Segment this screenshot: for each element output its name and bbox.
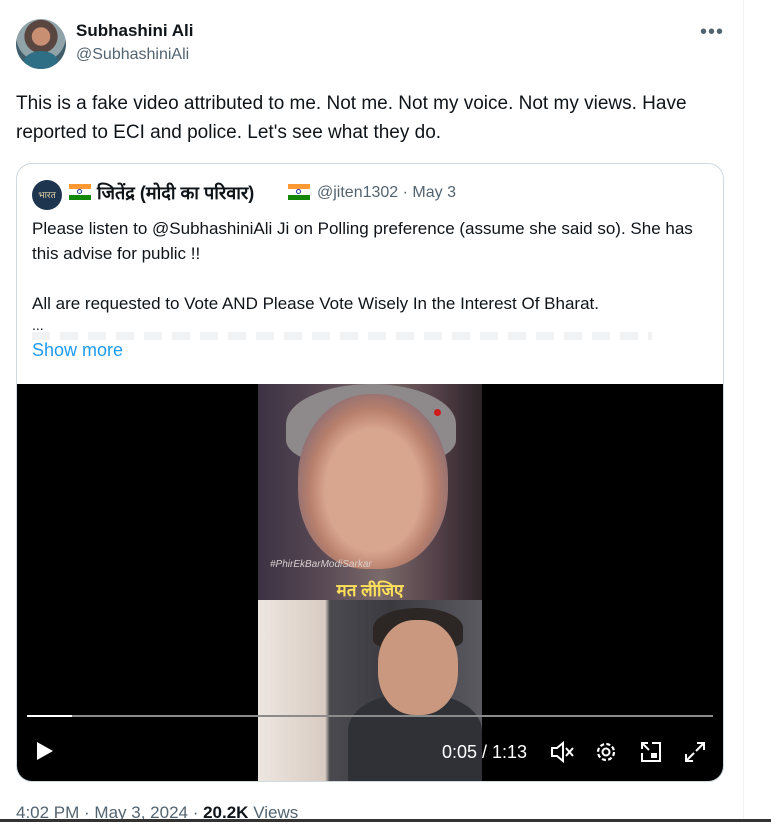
india-flag-icon bbox=[69, 184, 91, 200]
video-caption: मत लीजिए bbox=[336, 581, 404, 600]
author-handle[interactable]: @SubhashiniAli bbox=[76, 46, 189, 64]
quoted-ellipsis: ... bbox=[32, 317, 44, 333]
pip-icon[interactable] bbox=[638, 739, 664, 765]
author-avatar[interactable] bbox=[16, 19, 66, 69]
quoted-author-avatar[interactable]: भारत bbox=[32, 180, 62, 210]
video-frame: #PhirEkBarModiSarkar मत लीजिए bbox=[258, 384, 482, 781]
video-progress-fill bbox=[27, 715, 72, 717]
show-more-link[interactable]: Show more bbox=[32, 340, 123, 361]
quoted-text: Please listen to @SubhashiniAli Ji on Po… bbox=[32, 216, 712, 316]
more-options-icon[interactable]: ••• bbox=[700, 22, 724, 42]
video-hashtag: #PhirEkBarModiSarkar bbox=[270, 559, 372, 570]
quoted-text-line: All are requested to Vote AND Please Vot… bbox=[32, 294, 599, 313]
video-progress-track[interactable] bbox=[27, 715, 713, 717]
tweet-text: This is a fake video attributed to me. N… bbox=[16, 93, 687, 143]
quoted-text-line: Please listen to @SubhashiniAli Ji on Po… bbox=[32, 219, 693, 263]
quoted-tweet[interactable]: भारत जितेंद्र (मोदी का परिवार) @jiten130… bbox=[16, 163, 724, 782]
play-icon[interactable] bbox=[32, 739, 56, 763]
quoted-author-name[interactable]: जितेंद्र (मोदी का परिवार) bbox=[97, 181, 254, 205]
settings-icon[interactable] bbox=[593, 739, 619, 765]
column-divider bbox=[743, 0, 744, 822]
quoted-handle-date[interactable]: @jiten1302 · May 3 bbox=[317, 184, 456, 202]
mute-icon[interactable] bbox=[549, 739, 575, 765]
video-player[interactable]: #PhirEkBarModiSarkar मत लीजिए 0:05 / 1:1… bbox=[17, 384, 723, 781]
fullscreen-icon[interactable] bbox=[682, 739, 708, 765]
video-time: 0:05 / 1:13 bbox=[442, 742, 528, 762]
author-name[interactable]: Subhashini Ali bbox=[76, 21, 193, 41]
truncated-text-fade bbox=[32, 332, 652, 340]
india-flag-icon bbox=[288, 184, 310, 200]
